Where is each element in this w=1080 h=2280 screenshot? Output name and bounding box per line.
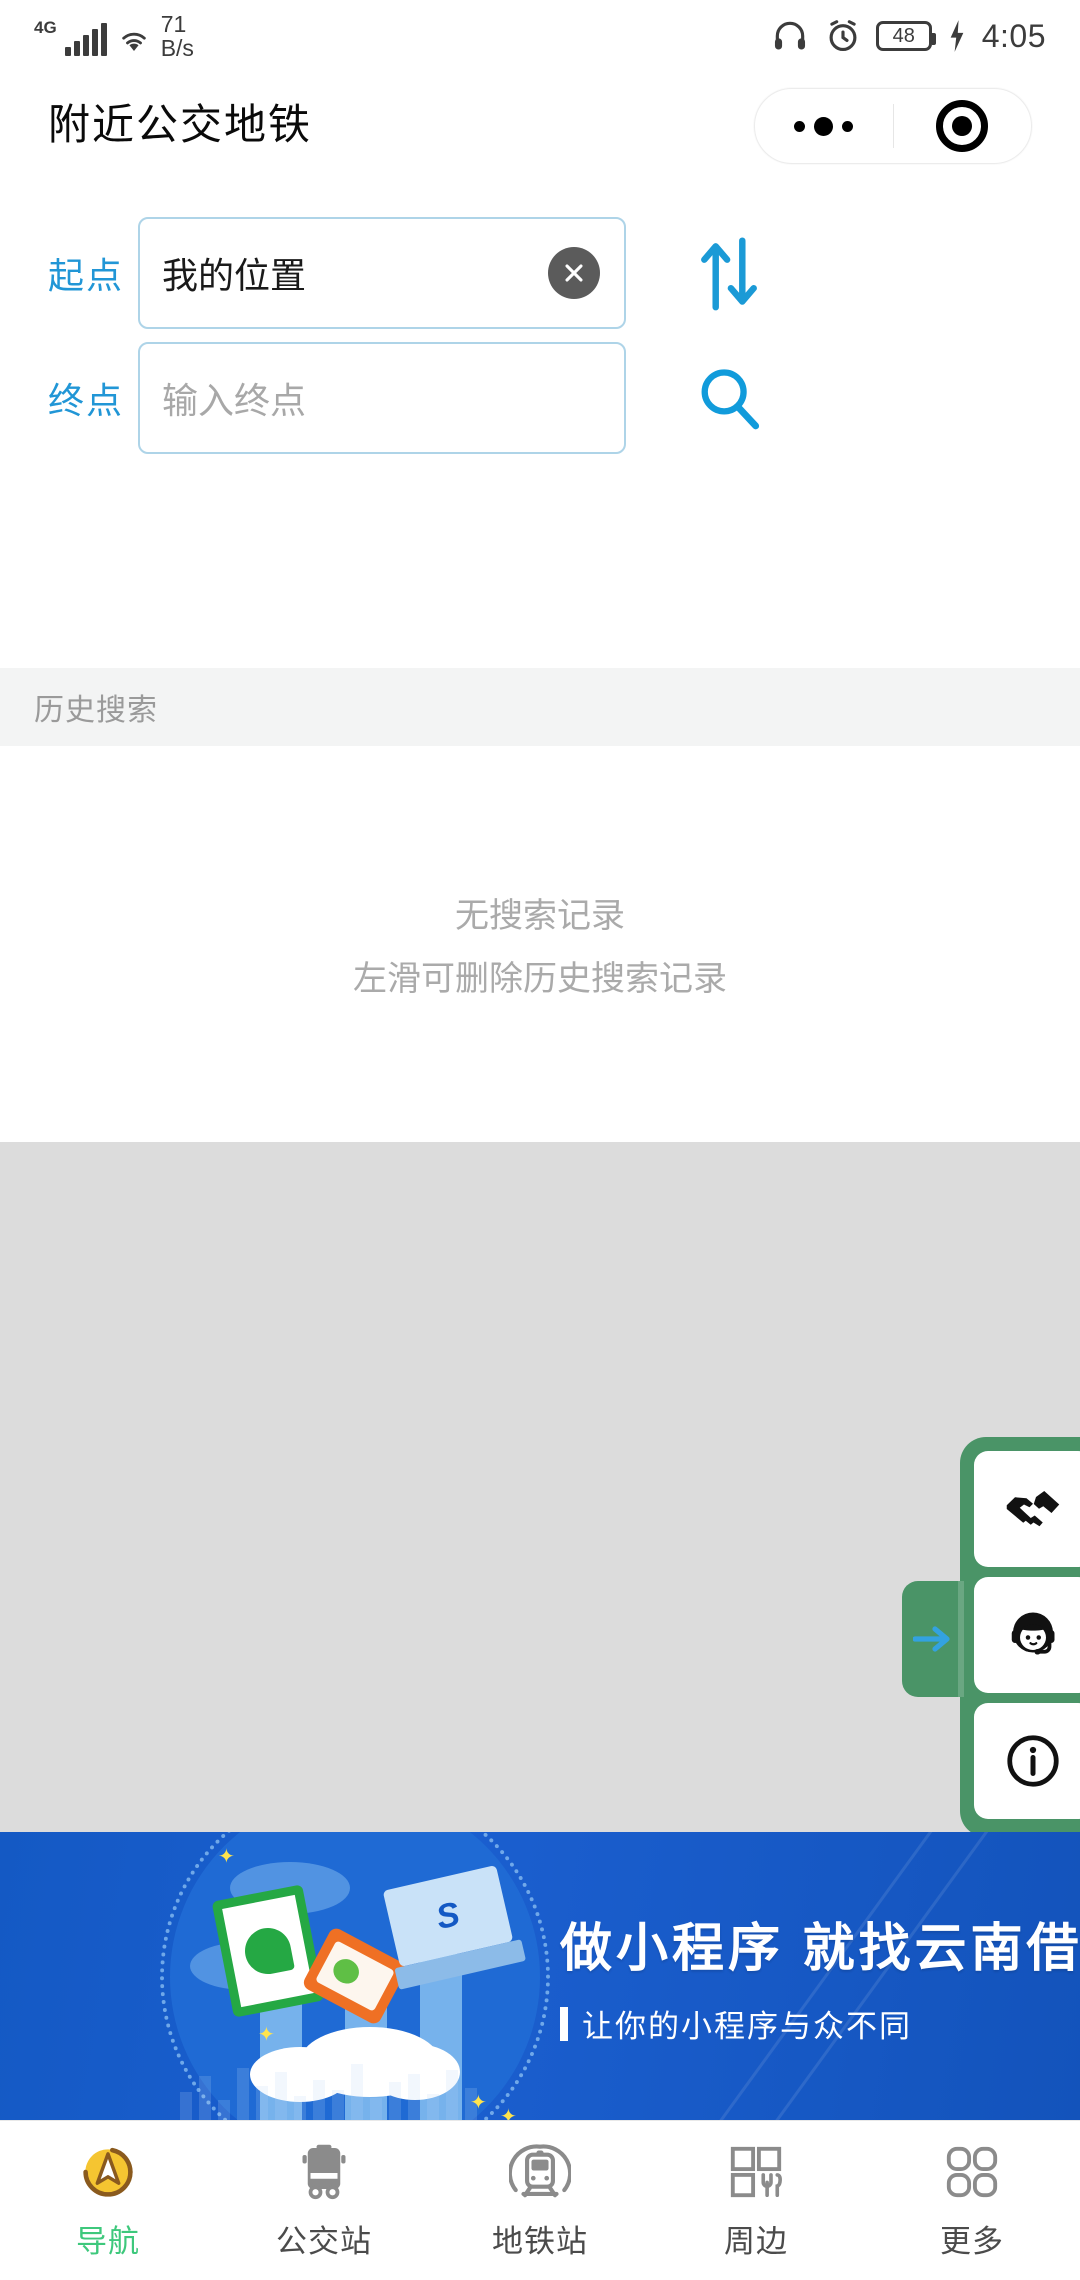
status-bar: 4G 71 B/s 48 4:05 <box>0 0 1080 72</box>
alarm-icon <box>829 20 857 52</box>
banner-sparkle-icon: ✦ <box>218 1846 235 1868</box>
history-empty-primary: 无搜索记录 <box>455 897 625 935</box>
tab-more-label: 更多 <box>940 2224 1004 2259</box>
battery-level-label: 48 <box>892 25 915 47</box>
headset-support-icon <box>1011 1612 1055 1655</box>
history-empty-secondary: 左滑可删除历史搜索记录 <box>353 960 727 998</box>
battery-icon: 48 <box>875 21 936 51</box>
arrow-right-icon <box>913 1626 950 1652</box>
network-type-label: 4G <box>34 18 57 37</box>
route-search-form: 起点 我的位置 终点 输入终点 <box>0 170 1080 640</box>
signal-strength-icon <box>64 22 107 56</box>
origin-label: 起点 <box>48 254 125 296</box>
banner-text-block: 做小程序 就找云南借行 让你的小程序与众不同 <box>560 1906 1080 2046</box>
origin-row: 起点 我的位置 <box>0 210 1080 335</box>
miniprogram-capsule[interactable] <box>754 88 1032 164</box>
destination-row: 终点 输入终点 <box>0 335 1080 460</box>
swap-endpoints-button[interactable] <box>686 230 772 316</box>
network-speed-unit: B/s <box>160 34 194 61</box>
info-circle-icon <box>1007 1735 1059 1787</box>
wifi-icon <box>121 32 146 52</box>
banner-subtitle: 让你的小程序与众不同 <box>560 2001 1080 2046</box>
network-speed-value: 71 <box>160 10 187 37</box>
tab-nearby-label: 周边 <box>724 2224 788 2259</box>
tab-subway-station[interactable]: 地铁站 <box>432 2121 648 2280</box>
tab-nearby[interactable]: 周边 <box>648 2121 864 2280</box>
customer-service-button[interactable] <box>974 1577 1080 1693</box>
tab-navigation[interactable]: 导航 <box>0 2121 216 2280</box>
subway-train-icon <box>509 2140 571 2204</box>
banner-sparkle-icon: ✦ <box>500 2106 517 2120</box>
ad-banner[interactable]: S ✦ ✦ ✦ ✦ 做小程序 就找云南借行 让你的小程序与众不同 <box>0 1832 1080 2120</box>
navigation-bar: 附近公交地铁 <box>0 72 1080 170</box>
charging-bolt-icon <box>950 20 964 52</box>
cooperation-button[interactable] <box>974 1451 1080 1567</box>
page-title: 附近公交地铁 <box>48 100 313 148</box>
clock-label: 4:05 <box>981 17 1046 54</box>
grid-food-icon <box>727 2140 785 2204</box>
handshake-icon <box>1006 1491 1060 1527</box>
origin-input-value: 我的位置 <box>162 254 307 296</box>
target-circle-icon <box>936 100 989 152</box>
floating-side-panel <box>902 1437 1080 1837</box>
destination-label: 终点 <box>48 379 125 421</box>
history-empty-state: 无搜索记录 左滑可删除历史搜索记录 <box>0 746 1080 1142</box>
banner-bars-decor <box>180 2060 610 2120</box>
origin-clear-button[interactable] <box>548 246 600 299</box>
history-section-title: 历史搜索 <box>34 694 158 727</box>
close-circle-icon <box>565 263 583 282</box>
destination-input[interactable]: 输入终点 <box>138 341 626 454</box>
tab-more[interactable]: 更多 <box>864 2121 1080 2280</box>
destination-input-placeholder: 输入终点 <box>162 379 307 421</box>
history-section-header: 历史搜索 <box>0 668 1080 746</box>
capsule-close-button[interactable] <box>894 89 1032 163</box>
tab-bus-station[interactable]: 公交站 <box>216 2121 432 2280</box>
bus-icon <box>294 2140 354 2204</box>
search-button[interactable] <box>686 355 772 441</box>
about-button[interactable] <box>974 1703 1080 1819</box>
headphone-icon <box>774 21 805 50</box>
compass-navigation-icon <box>76 2140 140 2204</box>
status-bar-left: 4G 71 B/s <box>34 10 194 62</box>
status-bar-right: 48 4:05 <box>770 17 1046 55</box>
map-placeholder[interactable] <box>0 1142 1080 1832</box>
banner-title: 做小程序 就找云南借行 <box>560 1920 1080 1978</box>
banner-sparkle-icon: ✦ <box>258 2024 275 2046</box>
more-dots-icon <box>794 116 854 136</box>
bottom-tab-bar: 导航 公交站 地铁站 周边 更多 <box>0 2120 1080 2280</box>
side-panel-collapse-button[interactable] <box>902 1581 964 1697</box>
app-screen: 4G 71 B/s 48 4:05 附近公交地铁 起点 我的位置 终点 输入终点… <box>0 0 1080 2280</box>
origin-input[interactable]: 我的位置 <box>138 216 626 329</box>
capsule-more-button[interactable] <box>755 89 893 163</box>
tab-bus-station-label: 公交站 <box>276 2224 372 2259</box>
swap-arrows-icon <box>701 236 757 310</box>
tab-navigation-label: 导航 <box>76 2224 140 2259</box>
tab-subway-station-label: 地铁站 <box>492 2224 588 2259</box>
search-icon <box>701 368 760 429</box>
four-squares-icon <box>943 2140 1001 2204</box>
network-speed: 71 B/s <box>161 12 194 60</box>
banner-sparkle-icon: ✦ <box>470 2092 487 2114</box>
